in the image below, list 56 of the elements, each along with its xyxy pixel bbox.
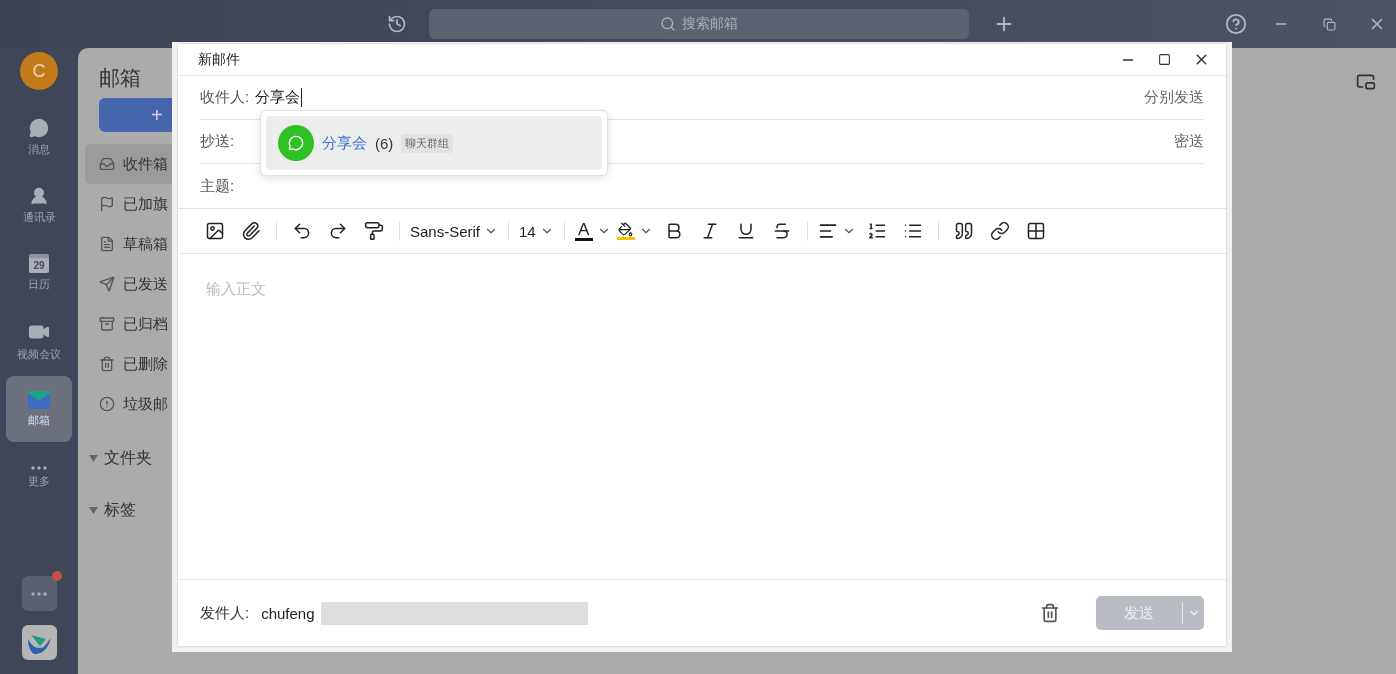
- chat-icon: [29, 117, 49, 138]
- nav-item[interactable]: 通讯录: [6, 172, 72, 238]
- trash-icon[interactable]: [1040, 603, 1060, 623]
- field-label: 收件人:: [200, 88, 250, 107]
- folder-item[interactable]: 垃圾邮: [85, 384, 178, 424]
- folder-item[interactable]: 已发送: [85, 264, 178, 304]
- folder-group[interactable]: 标签: [85, 484, 178, 536]
- field-label: 主题:: [200, 176, 235, 196]
- more-icon: [31, 591, 47, 596]
- maximize-icon[interactable]: [1158, 53, 1171, 66]
- person-icon: [29, 185, 49, 206]
- group-chat-icon: [278, 125, 314, 161]
- app-logo[interactable]: [21, 625, 57, 660]
- suggestion-item[interactable]: 分享会 (6) 聊天群组: [266, 116, 602, 170]
- nav-item[interactable]: 邮箱: [6, 376, 72, 442]
- folder-group[interactable]: 文件夹: [85, 432, 178, 484]
- paper-plane-icon: [99, 276, 115, 292]
- text-color-button[interactable]: A: [572, 216, 613, 246]
- nav-item[interactable]: 29 日历: [6, 240, 72, 306]
- inbox-icon: [99, 156, 115, 172]
- sender-name: chufeng: [261, 604, 315, 622]
- history-icon[interactable]: [387, 14, 407, 34]
- help-icon[interactable]: [1225, 13, 1247, 35]
- restore-icon[interactable]: [1323, 17, 1336, 31]
- archive-icon: [99, 316, 115, 332]
- nav-item[interactable]: 视频会议: [6, 308, 72, 374]
- dropdown[interactable]: Sans-Serif: [408, 216, 501, 246]
- trash-icon: [99, 356, 115, 372]
- nav-item[interactable]: 更多: [6, 444, 72, 510]
- folder-item[interactable]: 已归档: [85, 304, 178, 344]
- window-title: 新邮件: [198, 50, 240, 69]
- tag: 聊天群组: [401, 133, 454, 153]
- search-icon: [660, 16, 676, 32]
- nav-item[interactable]: 消息: [6, 104, 72, 170]
- more-button[interactable]: [21, 576, 57, 611]
- field-action-link[interactable]: 分别发送: [1144, 88, 1204, 107]
- field-action-link[interactable]: 密送: [1174, 132, 1204, 151]
- popout-icon[interactable]: [1356, 72, 1376, 92]
- paint-bucket-icon: [618, 222, 634, 237]
- align-left-icon: [817, 221, 838, 241]
- member-count: (6): [375, 134, 394, 152]
- folder-item[interactable]: 草稿箱: [85, 224, 178, 264]
- input-field[interactable]: 分享会: [255, 88, 303, 107]
- more-icon: [31, 465, 47, 470]
- folder-item[interactable]: 已加旗: [85, 184, 178, 224]
- dropdown[interactable]: 14: [517, 216, 556, 246]
- sender-label: 发件人:: [200, 603, 250, 623]
- contact-name: 分享会: [322, 133, 367, 153]
- flag-icon: [99, 196, 115, 212]
- document-icon: [99, 236, 115, 252]
- sidebar-title: 邮箱: [98, 65, 142, 91]
- calendar-icon: 29: [29, 254, 49, 273]
- field-label: 抄送:: [200, 132, 235, 151]
- alert-icon: [99, 396, 115, 412]
- mail-icon: [28, 390, 50, 409]
- folder-item[interactable]: 已删除: [85, 344, 178, 384]
